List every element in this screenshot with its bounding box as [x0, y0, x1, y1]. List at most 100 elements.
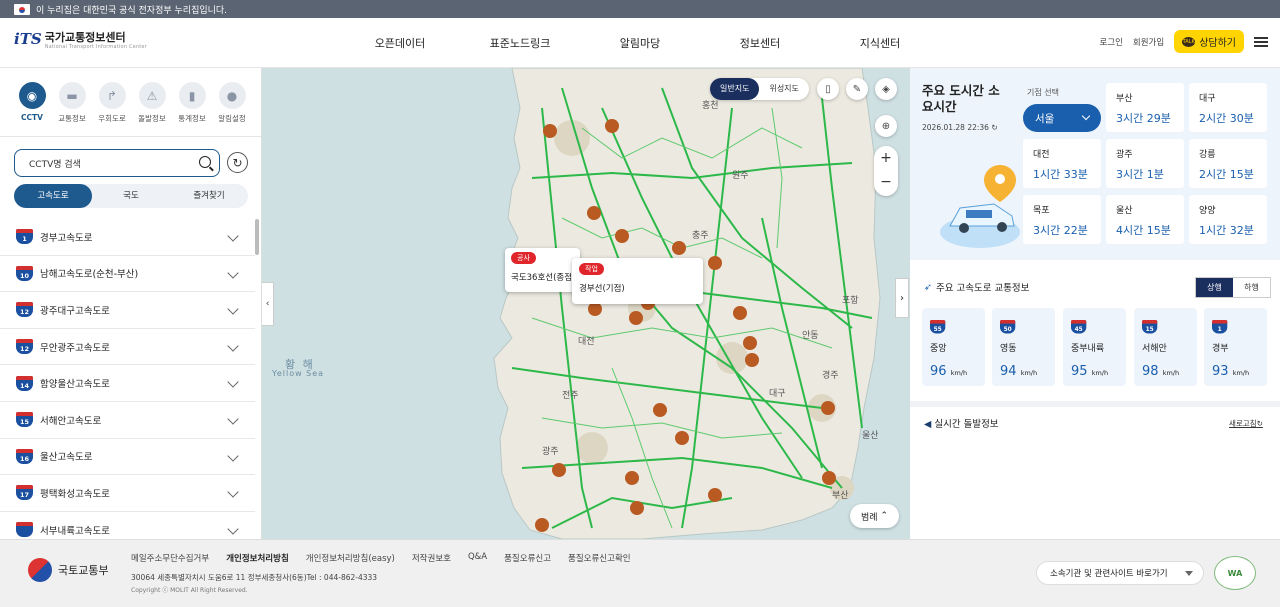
city-time: 3시간 22분	[1033, 224, 1088, 237]
cctv-search-input[interactable]: CCTV명 검색	[14, 149, 220, 177]
satellite-map-button[interactable]: 위성지도	[759, 78, 808, 100]
search-icon[interactable]	[199, 156, 211, 168]
city-time-card[interactable]: 대구 2시간 30분	[1189, 83, 1267, 132]
city-time-card[interactable]: 대전 1시간 33분	[1023, 139, 1101, 188]
footer-link[interactable]: 품질오류신고	[504, 552, 551, 564]
highway-shield-icon: 16	[16, 448, 33, 464]
city-time-card[interactable]: 강릉 2시간 15분	[1189, 139, 1267, 188]
category-detour[interactable]: ↱ 우회도로	[92, 82, 132, 124]
tab-upbound[interactable]: 상행	[1196, 278, 1233, 297]
highway-name: 서부내륙고속도로	[40, 525, 110, 537]
city-name: 대전	[1033, 150, 1050, 160]
tab-expressway[interactable]: 고속도로	[14, 184, 92, 208]
chevron-down-icon	[227, 486, 239, 498]
consult-button[interactable]: TALK 상담하기	[1174, 30, 1244, 53]
traffic-map[interactable]: 황 해 Yellow Sea 대전 광주 대구 부산 안동 울산 충주 청주 전…	[262, 68, 910, 539]
list-item[interactable]: 12 무안광주고속도로	[0, 329, 255, 366]
signup-link[interactable]: 회원가입	[1133, 36, 1164, 48]
origin-select[interactable]: 서울	[1023, 104, 1101, 132]
highway-name: 무안광주고속도로	[40, 342, 110, 354]
footer-link[interactable]: 품질오류신고확인	[568, 552, 631, 564]
related-sites-select[interactable]: 소속기관 및 관련사이트 바로가기	[1036, 561, 1204, 585]
list-item[interactable]: 17 평택화성고속도로	[0, 475, 255, 512]
category-cctv[interactable]: ◉ CCTV	[12, 82, 52, 124]
road-icon: ➶	[924, 281, 932, 293]
collapse-right-panel-button[interactable]: ›	[895, 278, 909, 318]
list-item[interactable]: 서부내륙고속도로	[0, 512, 255, 539]
list-item[interactable]: 1 경부고속도로	[0, 219, 255, 256]
my-location-icon[interactable]: ⊕	[875, 115, 897, 137]
footer-link[interactable]: Q&A	[468, 552, 487, 564]
highway-speed-section: ➶ 주요 고속도로 교통정보 상행 하행 55 중앙 96 km/h 50 영동…	[910, 268, 1280, 398]
collapse-left-panel-button[interactable]: ‹	[262, 282, 274, 326]
incident-popup[interactable]: 작업 경부선(기점)	[572, 258, 703, 304]
speed-value: 95	[1071, 364, 1088, 379]
highway-speed-card[interactable]: 55 중앙 96 km/h	[922, 308, 985, 386]
nav-open-data[interactable]: 오픈데이터	[340, 35, 460, 51]
city-time: 2시간 15분	[1199, 168, 1254, 181]
incident-icon: ⚠	[138, 82, 166, 109]
highway-speed-card[interactable]: 15 서해안 98 km/h	[1134, 308, 1197, 386]
city-time-card[interactable]: 광주 3시간 1분	[1106, 139, 1184, 188]
highway-speed-card[interactable]: 50 영동 94 km/h	[992, 308, 1055, 386]
taegeuk-emblem-icon	[28, 558, 52, 582]
layers-icon[interactable]: ◈	[875, 78, 897, 100]
chevron-down-icon	[227, 449, 239, 462]
incident-refresh-link[interactable]: 새로고침↻	[1229, 418, 1263, 429]
map-tool-icon[interactable]: ✎	[846, 78, 868, 100]
highway-shield-icon: 1	[16, 229, 33, 245]
tab-national-road[interactable]: 국도	[92, 184, 170, 208]
list-item[interactable]: 15 서해안고속도로	[0, 402, 255, 439]
city-time: 1시간 32분	[1199, 224, 1254, 237]
chevron-down-icon	[227, 340, 239, 352]
hamburger-menu-icon[interactable]	[1254, 36, 1268, 47]
city-time-card[interactable]: 양양 1시간 32분	[1189, 195, 1267, 244]
tab-favorites[interactable]: 즐겨찾기	[170, 184, 248, 208]
highway-name: 평택화성고속도로	[40, 488, 110, 500]
tab-downbound[interactable]: 하행	[1233, 278, 1270, 297]
right-panel: 주요 도시간 소요시간 2026.01.28 22:36 ↻ 기점 선택 서울 …	[910, 68, 1280, 539]
cctv-filter-icon[interactable]: ▯	[817, 78, 839, 100]
list-item[interactable]: 10 남해고속도로(순천-부산)	[0, 256, 255, 293]
nav-node-link[interactable]: 표준노드링크	[460, 35, 580, 51]
speaker-icon: ◀	[924, 419, 932, 430]
site-footer: 국토교통부 메일주소무단수집거부 개인정보처리방침 개인정보처리방침(easy)…	[0, 539, 1280, 607]
category-stats[interactable]: ▮ 통계정보	[172, 82, 212, 124]
city-label: 포항	[842, 296, 859, 306]
list-scrollbar[interactable]	[255, 219, 259, 255]
highway-shield-icon: 55	[930, 320, 946, 334]
ministry-logo[interactable]: 국토교통부	[28, 558, 109, 582]
footer-link-privacy[interactable]: 개인정보처리방침	[226, 552, 289, 564]
category-incident[interactable]: ⚠ 돌발정보	[132, 82, 172, 124]
footer-link[interactable]: 메일주소무단수집거부	[131, 552, 209, 564]
site-logo[interactable]: iTS 국가교통정보센터 National Transport Informat…	[14, 32, 147, 51]
footer-link[interactable]: 개인정보처리방침(easy)	[306, 552, 395, 564]
list-item[interactable]: 12 광주대구고속도로	[0, 292, 255, 329]
zoom-out-button[interactable]: −	[874, 170, 898, 194]
login-link[interactable]: 로그인	[1099, 36, 1122, 48]
footer-link[interactable]: 저작권보호	[412, 552, 451, 564]
category-label: CCTV	[21, 113, 43, 122]
nav-knowledge-center[interactable]: 지식센터	[820, 35, 940, 51]
incident-popup[interactable]: 공사 국도36호선(종점	[505, 248, 580, 292]
highway-speed-card[interactable]: 45 중부내륙 95 km/h	[1063, 308, 1126, 386]
origin-value: 서울	[1035, 112, 1055, 125]
city-time-card[interactable]: 부산 3시간 29분	[1106, 83, 1184, 132]
category-traffic[interactable]: ▬ 교통정보	[52, 82, 92, 124]
nav-info-center[interactable]: 정보센터	[700, 35, 820, 51]
list-item[interactable]: 14 함양울산고속도로	[0, 365, 255, 402]
main-nav: 오픈데이터 표준노드링크 알림마당 정보센터 지식센터	[340, 18, 940, 68]
general-map-button[interactable]: 일반지도	[710, 78, 760, 100]
refresh-icon[interactable]: ↻	[991, 123, 997, 132]
city-time-card[interactable]: 목포 3시간 22분	[1023, 195, 1101, 244]
list-item[interactable]: 16 울산고속도로	[0, 439, 255, 476]
highway-name: 광주대구고속도로	[40, 305, 110, 317]
city-time-card[interactable]: 울산 4시간 15분	[1106, 195, 1184, 244]
zoom-in-button[interactable]: +	[874, 146, 898, 170]
category-alert[interactable]: ● 알림설정	[212, 82, 252, 124]
nav-notice[interactable]: 알림마당	[580, 35, 700, 51]
legend-button[interactable]: 범례 ⌃	[850, 504, 899, 528]
chevron-down-icon	[227, 230, 239, 242]
highway-speed-card[interactable]: 1 경부 93 km/h	[1204, 308, 1267, 386]
refresh-icon[interactable]: ↻	[227, 152, 248, 173]
